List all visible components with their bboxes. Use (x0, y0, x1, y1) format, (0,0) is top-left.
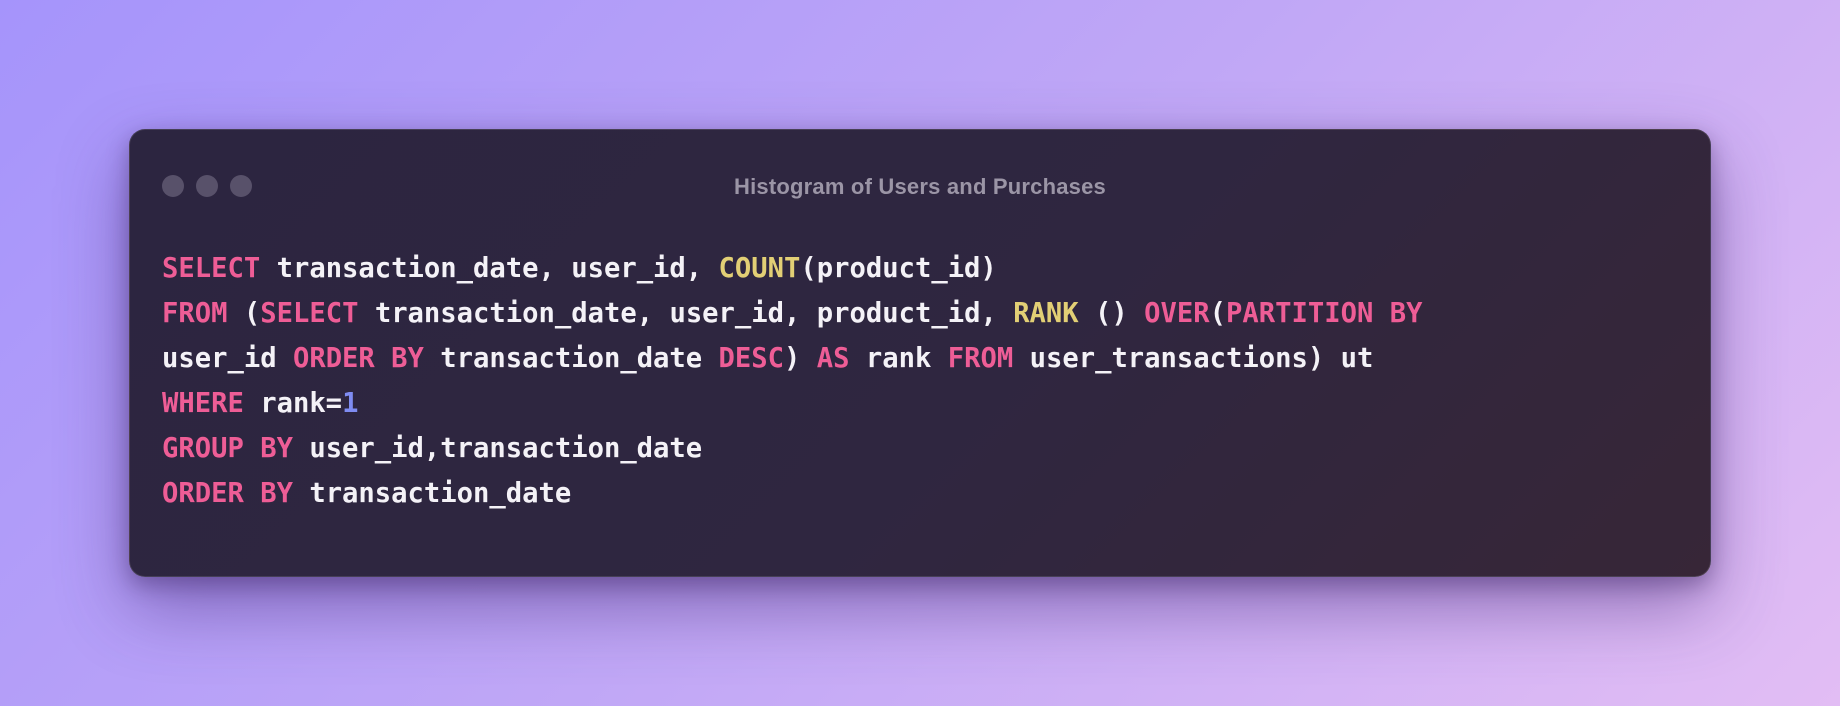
code-token-text: rank= (243, 388, 343, 419)
code-token-text: transaction_date, user_id, (260, 253, 719, 284)
code-token-keyword: OVER (1144, 298, 1210, 329)
code-token-text: transaction_date, user_id, product_id, (358, 298, 1014, 329)
code-token-text: user_id (162, 343, 293, 374)
code-block: SELECT transaction_date, user_id, COUNT(… (162, 246, 1422, 516)
code-line: WHERE rank=1 (162, 381, 1422, 426)
code-line: user_id ORDER BY transaction_date DESC) … (162, 336, 1422, 381)
code-token-keyword: FROM (947, 343, 1014, 374)
code-token-keyword: SELECT (162, 253, 261, 284)
code-line: FROM (SELECT transaction_date, user_id, … (162, 291, 1422, 336)
code-token-text: (product_id) (800, 253, 997, 284)
code-token-keyword: PARTITION BY (1226, 298, 1423, 329)
code-token-text: ( (227, 298, 261, 329)
code-line: GROUP BY user_id,transaction_date (162, 426, 1422, 471)
code-token-text: user_transactions) ut (1013, 343, 1374, 374)
code-token-keyword: GROUP BY (162, 433, 293, 464)
code-token-keyword: ORDER BY (162, 478, 293, 509)
code-token-function: RANK (1013, 298, 1079, 329)
code-token-text: transaction_date (292, 478, 572, 509)
code-token-text: rank (849, 343, 948, 374)
code-token-keyword: WHERE (162, 388, 244, 419)
code-token-function: COUNT (718, 253, 801, 284)
code-token-text: ) (784, 343, 817, 374)
code-token-keyword: SELECT (260, 298, 359, 329)
code-token-keyword: DESC (718, 343, 785, 374)
code-token-text: transaction_date (423, 343, 719, 374)
code-token-text: user_id,transaction_date (292, 433, 703, 464)
code-window: Histogram of Users and Purchases SELECT … (129, 129, 1711, 577)
code-token-number: 1 (342, 388, 359, 419)
window-title: Histogram of Users and Purchases (734, 174, 1106, 199)
window-titlebar: Histogram of Users and Purchases (130, 130, 1710, 230)
code-token-keyword: AS (816, 343, 850, 374)
code-line: SELECT transaction_date, user_id, COUNT(… (162, 246, 1422, 291)
code-token-text: ( (1209, 298, 1227, 329)
code-token-keyword: ORDER BY (292, 343, 424, 374)
code-token-text: () (1078, 298, 1145, 329)
code-line: ORDER BY transaction_date (162, 471, 1422, 516)
code-token-keyword: FROM (162, 298, 228, 329)
